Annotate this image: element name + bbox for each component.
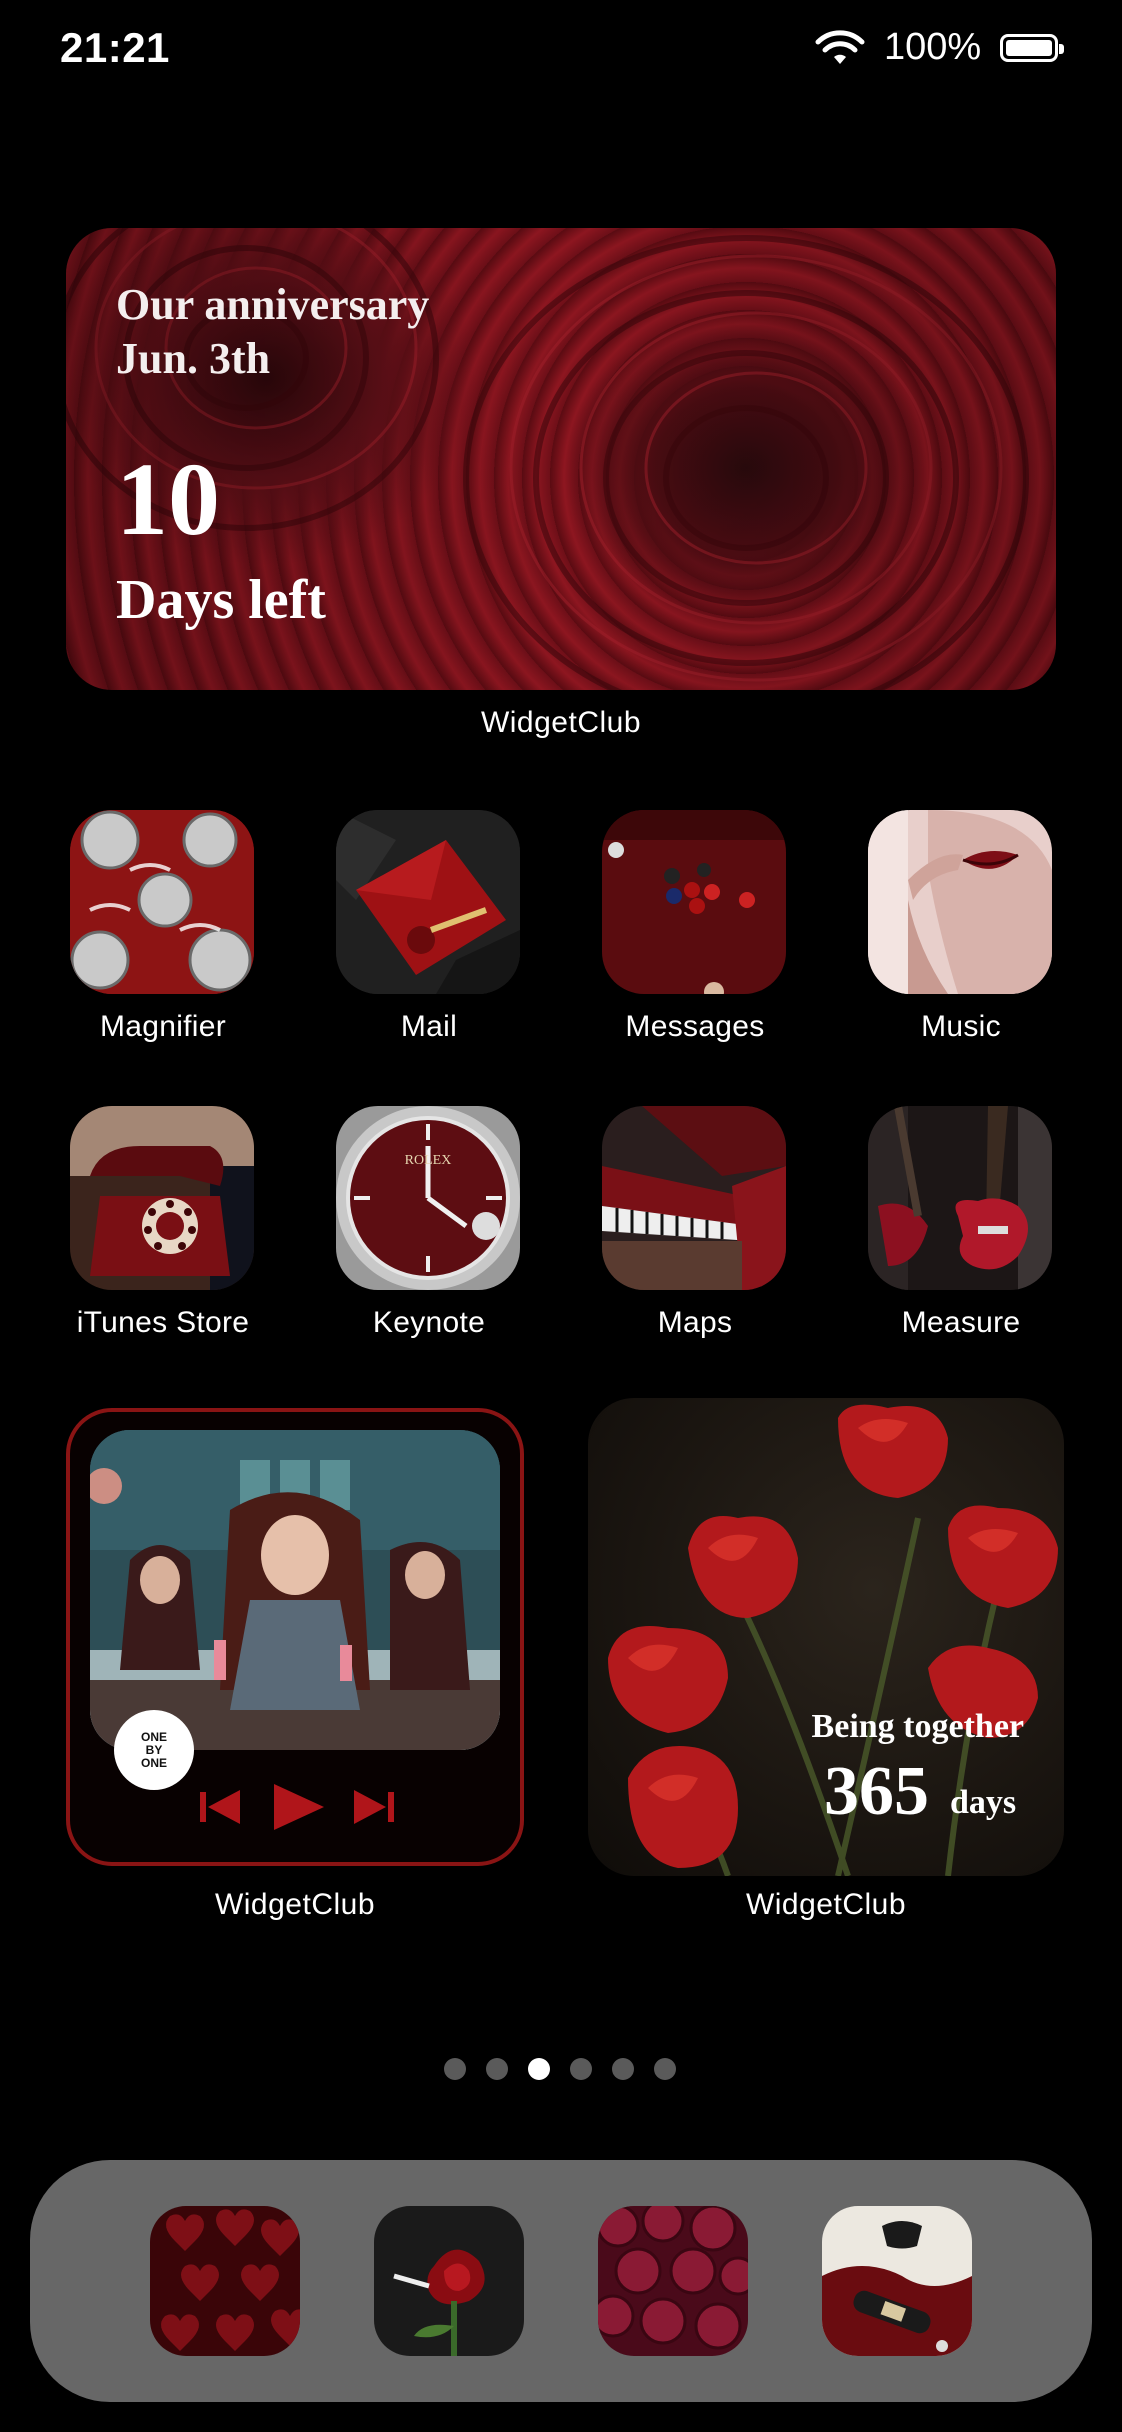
- app-label: Measure: [901, 1306, 1021, 1339]
- previous-icon[interactable]: [198, 1782, 242, 1832]
- anniversary-widget-label: WidgetClub: [480, 706, 642, 739]
- status-time: 21:21: [60, 24, 170, 71]
- page-indicator[interactable]: [444, 2058, 676, 2080]
- app-music[interactable]: Music: [868, 810, 1054, 1043]
- page-dot[interactable]: [444, 2058, 466, 2080]
- being-together-label: Being together: [811, 1708, 1024, 1745]
- tulip-widget-label: WidgetClub: [745, 1888, 907, 1921]
- red-lips-icon: [868, 810, 1052, 994]
- rotary-telephone-icon: [70, 1106, 254, 1290]
- dock: [30, 2160, 1092, 2402]
- next-icon[interactable]: [352, 1782, 396, 1832]
- app-label: Music: [921, 1010, 1001, 1043]
- anniversary-date: Jun. 3th: [116, 334, 271, 383]
- app-magnifier[interactable]: Magnifier: [70, 810, 256, 1043]
- heart-chocolates-icon[interactable]: [150, 2206, 300, 2356]
- wine-bottle-icon[interactable]: [822, 2206, 972, 2356]
- app-label: Messages: [625, 1010, 765, 1043]
- wristwatch-icon: ROLEX: [336, 1106, 520, 1290]
- status-bar: 21:21 100%: [0, 0, 1122, 100]
- app-itunes-store[interactable]: iTunes Store: [70, 1106, 256, 1339]
- album-disc-label: ONE BY ONE: [114, 1710, 194, 1790]
- music-widget-label: WidgetClub: [214, 1888, 376, 1921]
- app-label: Magnifier: [99, 1010, 227, 1043]
- play-icon[interactable]: [270, 1782, 326, 1832]
- coca-cola-cans-icon: [70, 810, 254, 994]
- album-art: [90, 1430, 500, 1750]
- page-dot[interactable]: [570, 2058, 592, 2080]
- days-left-caption: Days left: [116, 569, 326, 631]
- together-days-count: 365: [824, 1753, 929, 1830]
- app-measure[interactable]: Measure: [868, 1106, 1054, 1339]
- battery-icon: [1000, 34, 1064, 62]
- page-dot-active[interactable]: [528, 2058, 550, 2080]
- app-keynote[interactable]: ROLEX Keynote: [336, 1106, 522, 1339]
- app-mail[interactable]: Mail: [336, 810, 522, 1043]
- app-label: Keynote: [372, 1306, 486, 1339]
- disc-text: ONE BY ONE: [140, 1730, 167, 1770]
- page-dot[interactable]: [486, 2058, 508, 2080]
- together-days-unit: days: [950, 1784, 1017, 1821]
- anniversary-title: Our anniversary Jun. 3th: [116, 278, 429, 386]
- page-dot[interactable]: [654, 2058, 676, 2080]
- wifi-icon: [815, 30, 865, 64]
- days-count: 10: [116, 442, 220, 557]
- app-label: Mail: [400, 1010, 458, 1043]
- billiard-table-icon: [602, 810, 786, 994]
- rose-icon[interactable]: [374, 2206, 524, 2356]
- raspberries-icon[interactable]: [598, 2206, 748, 2356]
- anniversary-widget[interactable]: Our anniversary Jun. 3th 10 Days left: [66, 228, 1056, 690]
- page-dot[interactable]: [612, 2058, 634, 2080]
- electric-guitar-icon: [868, 1106, 1052, 1290]
- app-maps[interactable]: Maps: [602, 1106, 788, 1339]
- app-label: Maps: [657, 1306, 733, 1339]
- being-together-widget[interactable]: Being together 365 days: [588, 1398, 1064, 1876]
- music-player-widget[interactable]: ONE BY ONE: [66, 1408, 524, 1866]
- grand-piano-icon: [602, 1106, 786, 1290]
- svg-text:ROLEX: ROLEX: [405, 1153, 452, 1168]
- app-messages[interactable]: Messages: [602, 810, 788, 1043]
- anniversary-line1: Our anniversary: [116, 280, 430, 329]
- red-envelope-icon: [336, 810, 520, 994]
- app-label: iTunes Store: [76, 1306, 250, 1339]
- battery-percent: 100%: [884, 26, 982, 68]
